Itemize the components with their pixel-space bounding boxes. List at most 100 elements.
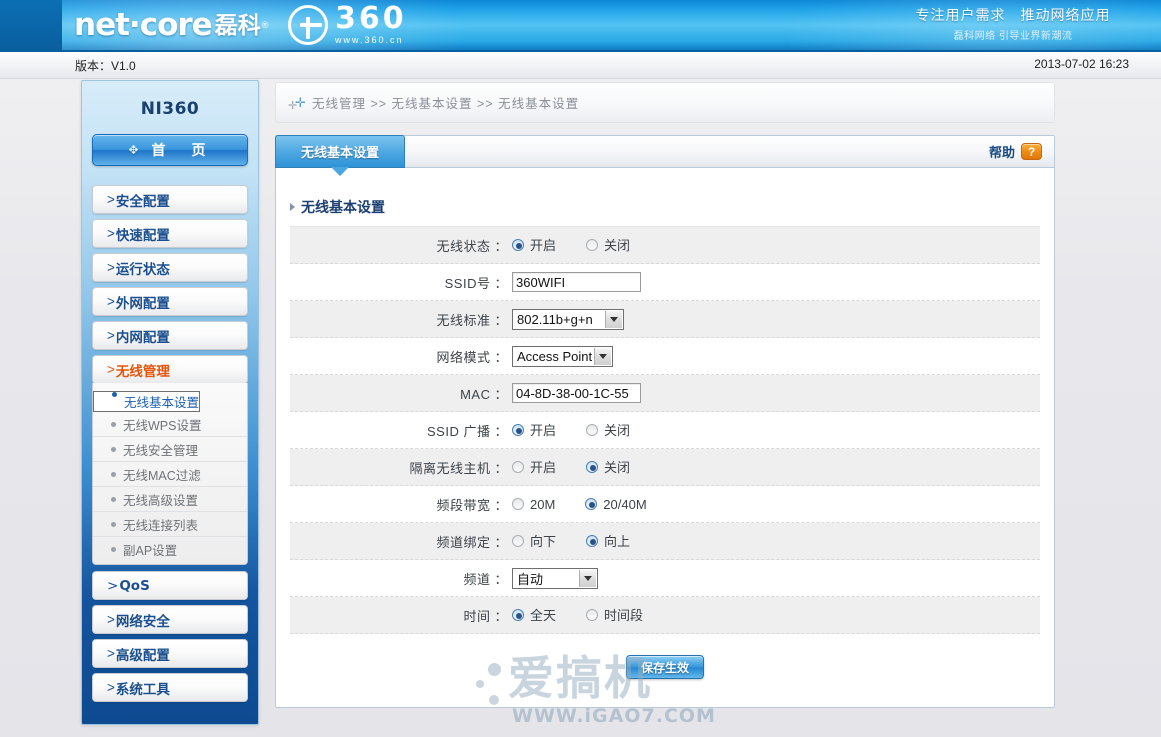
wireless-status-radio-on[interactable]: 开启 xyxy=(512,239,556,252)
wireless-standard-select[interactable]: 802.11b+g+n xyxy=(512,308,624,330)
chevron-down-icon xyxy=(594,347,611,365)
sidebar-subitem-wireless-wps[interactable]: 无线WPS设置 xyxy=(93,412,247,437)
channel-binding-radio-down[interactable]: 向下 xyxy=(512,535,556,548)
form-row-bandwidth: 频段带宽： 20M 20/40M xyxy=(290,486,1040,523)
360-logo-number: 360 xyxy=(335,1,407,36)
plus-circle-icon xyxy=(288,4,328,45)
triangle-right-icon xyxy=(290,203,295,211)
bullet-icon xyxy=(111,496,116,502)
sidebar-item-security-config[interactable]: > 安全配置 xyxy=(92,185,248,214)
content-panel: 无线基本设置 帮助 ? 无线基本设置 无线状态： 开启 关闭 SSID号 ： 3… xyxy=(275,135,1055,708)
brand-name-latin: net·core xyxy=(74,6,213,43)
channel-label: 频道： xyxy=(463,571,508,587)
sidebar-item-system-tools[interactable]: > 系统工具 xyxy=(92,673,248,702)
chevron-down-icon xyxy=(605,310,622,328)
bullet-icon xyxy=(111,521,116,527)
network-mode-select[interactable]: Access Point xyxy=(512,345,613,367)
ssid-broadcast-radio-on[interactable]: 开启 xyxy=(512,424,556,437)
time-label: 时间： xyxy=(463,608,508,624)
netcore-logo[interactable]: net·core 磊科 ® xyxy=(74,5,268,45)
sidebar-subitem-secondary-ap[interactable]: 副AP设置 xyxy=(93,537,247,562)
channel-select[interactable]: 自动 xyxy=(512,567,598,589)
wireless-standard-value: 802.11b+g+n xyxy=(517,311,593,327)
tab-wireless-basic-settings[interactable]: 无线基本设置 xyxy=(275,135,405,176)
bandwidth-radio-20m[interactable]: 20M xyxy=(512,498,555,511)
form-row-channel-binding: 频道绑定： 向下 向上 xyxy=(290,523,1040,560)
bullet-icon xyxy=(111,471,116,477)
sidebar-subitem-wireless-mac-filter[interactable]: 无线MAC过滤 xyxy=(93,462,247,487)
breadcrumb-text: 无线管理 >> 无线基本设置 >> 无线基本设置 xyxy=(312,97,580,111)
label-text: 无线标准 xyxy=(436,312,491,328)
360-logo[interactable]: 360 www.360.cn xyxy=(288,4,407,45)
save-button[interactable]: 保存生效 xyxy=(626,655,704,679)
ap-isolation-radio-off[interactable]: 关闭 xyxy=(586,461,630,474)
tab-strip: 无线基本设置 帮助 ? xyxy=(275,135,1054,176)
channel-value: 自动 xyxy=(517,571,544,587)
bandwidth-radio-2040m[interactable]: 20/40M xyxy=(585,498,647,511)
sidebar-item-quick-config[interactable]: > 快速配置 xyxy=(92,219,248,248)
sidebar-item-label: 网络安全 xyxy=(115,613,170,629)
radio-label: 开启 xyxy=(530,459,557,475)
brand-name-chinese: 磊科 xyxy=(214,11,261,38)
sidebar-item-advanced-config[interactable]: > 高级配置 xyxy=(92,639,248,668)
sidebar-subitem-wireless-advanced[interactable]: 无线高级设置 xyxy=(93,487,247,512)
ssid-broadcast-radio-off[interactable]: 关闭 xyxy=(586,424,630,437)
sidebar-item-home[interactable]: ✥ 首 页 xyxy=(92,134,248,166)
sidebar-subitem-wireless-basic[interactable]: 无线基本设置 xyxy=(93,391,201,412)
label-text: 隔离无线主机 xyxy=(409,460,491,476)
form-row-channel: 频道： 自动 xyxy=(290,560,1040,597)
radio-label: 向上 xyxy=(604,533,631,549)
wireless-status-radio-off[interactable]: 关闭 xyxy=(586,239,630,252)
radio-icon-selected xyxy=(512,424,524,436)
network-mode-label: 网络模式： xyxy=(436,349,508,365)
form-row-wireless-standard: 无线标准： 802.11b+g+n xyxy=(290,301,1040,338)
sidebar-subitem-label: 无线高级设置 xyxy=(123,493,199,508)
radio-icon-selected xyxy=(585,498,598,510)
label-text: 无线状态 xyxy=(436,238,491,254)
radio-icon-selected xyxy=(586,461,599,473)
time-radio-period[interactable]: 时间段 xyxy=(586,609,643,622)
section-title-label: 无线基本设置 xyxy=(301,199,385,215)
chevron-right-icon: > xyxy=(107,192,115,207)
sidebar-item-lan-config[interactable]: > 内网配置 xyxy=(92,321,248,350)
form-row-ap-isolation: 隔离无线主机： 开启 关闭 xyxy=(290,449,1040,486)
chevron-right-icon: > xyxy=(107,260,115,275)
time-radio-all-day[interactable]: 全天 xyxy=(512,609,556,622)
radio-label: 向下 xyxy=(530,533,557,549)
sidebar-item-label: 快速配置 xyxy=(115,227,170,243)
label-text: 时间 xyxy=(463,608,491,624)
radio-icon-selected xyxy=(512,239,524,251)
radio-icon xyxy=(512,461,524,473)
chevron-right-icon: > xyxy=(107,577,119,594)
radio-icon xyxy=(586,424,599,436)
radio-icon-selected xyxy=(586,535,599,547)
breadcrumb: ✛ ✛ 无线管理 >> 无线基本设置 >> 无线基本设置 xyxy=(275,82,1055,123)
sidebar-item-qos[interactable]: > QoS xyxy=(92,571,248,600)
sidebar-subitem-wireless-client-list[interactable]: 无线连接列表 xyxy=(93,512,247,537)
sidebar-subitem-wireless-security[interactable]: 无线安全管理 xyxy=(93,437,247,462)
label-text: MAC xyxy=(460,386,491,402)
channel-binding-radio-up[interactable]: 向上 xyxy=(586,535,630,548)
ssid-broadcast-label: SSID 广播： xyxy=(427,423,508,439)
form-row-network-mode: 网络模式： Access Point xyxy=(290,338,1040,375)
header-slogan: 专注用户需求 推动网络应用 磊科网络 引导业界新潮流 xyxy=(883,6,1143,42)
ap-isolation-radio-on[interactable]: 开启 xyxy=(512,461,556,474)
help-label: 帮助 xyxy=(988,145,1015,160)
radio-icon xyxy=(586,609,599,621)
tab-label: 无线基本设置 xyxy=(300,145,379,160)
radio-label: 20M xyxy=(530,496,556,512)
chevron-right-icon: > xyxy=(107,680,115,695)
bullet-icon xyxy=(112,392,117,397)
ssid-input[interactable] xyxy=(512,272,641,292)
version-bar: 版本：V1.0 2013-07-02 16:23 xyxy=(0,50,1161,79)
sidebar-item-wireless-management[interactable]: > 无线管理 xyxy=(92,355,248,384)
radio-label: 关闭 xyxy=(604,422,631,438)
sidebar-item-wan-config[interactable]: > 外网配置 xyxy=(92,287,248,316)
sidebar-item-network-security[interactable]: > 网络安全 xyxy=(92,605,248,634)
help-button[interactable]: 帮助 ? xyxy=(989,142,1042,161)
sidebar-item-label: 系统工具 xyxy=(115,681,170,697)
mac-input[interactable] xyxy=(512,383,641,403)
sidebar-subitem-label: 无线连接列表 xyxy=(123,518,199,533)
slogan-main-text: 专注用户需求 推动网络应用 xyxy=(915,7,1111,23)
sidebar-item-running-status[interactable]: > 运行状态 xyxy=(92,253,248,282)
